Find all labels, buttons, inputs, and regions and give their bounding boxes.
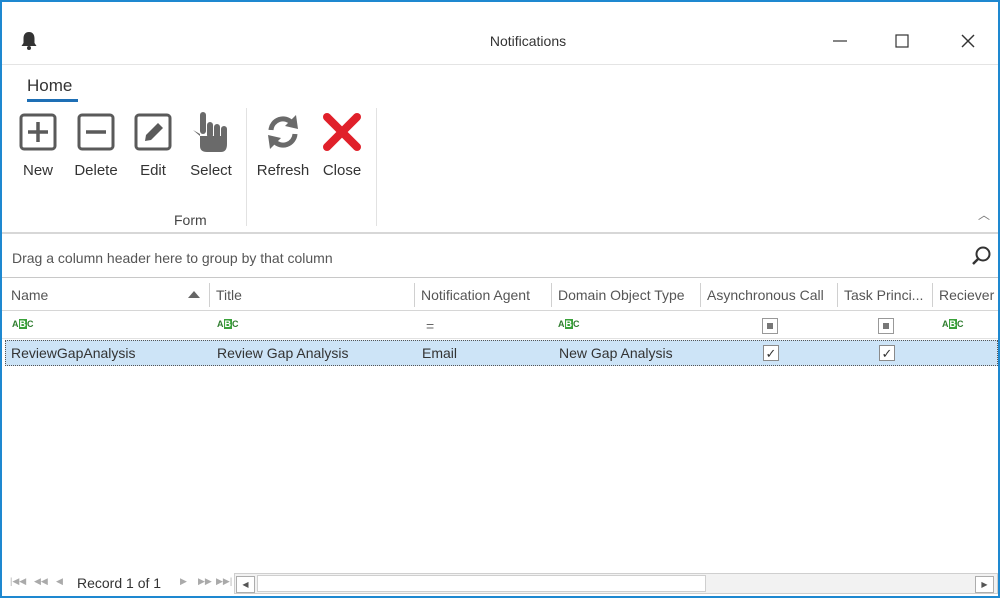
delete-label: Delete [74,162,118,179]
auto-filter-row: ABC ABC = ABC ABC [2,312,998,339]
column-header-domain-object-type[interactable]: Domain Object Type [552,279,698,310]
text-filter-icon[interactable]: ABC [217,319,239,329]
text-filter-icon[interactable]: ABC [942,319,964,329]
hand-pointer-icon [193,112,227,152]
close-icon [961,34,975,48]
red-x-icon [323,113,361,151]
table-row[interactable]: ReviewGapAnalysis Review Gap Analysis Em… [5,340,998,366]
minimize-button[interactable] [820,26,860,56]
refresh-button[interactable]: Refresh [256,112,310,184]
notifications-window: Notifications Home New Delete Edit Selec… [0,0,1000,598]
pencil-box-icon [134,113,172,151]
cell-name[interactable]: ReviewGapAnalysis [11,345,136,361]
title-bar: Notifications [2,2,998,64]
record-counter: Record 1 of 1 [77,575,162,591]
column-header-reciever[interactable]: Reciever [933,279,998,310]
tab-home[interactable]: Home [27,76,72,96]
group-by-panel[interactable]: Drag a column header here to group by th… [2,235,998,278]
close-label: Close [322,162,362,179]
ribbon-group-label: Form [174,212,207,228]
task-principal-checkbox[interactable]: ✓ [879,345,895,361]
maximize-button[interactable] [882,26,922,56]
select-button[interactable]: Select [188,112,234,184]
scroll-left-icon[interactable]: ◀ [236,576,255,593]
refresh-label: Refresh [256,162,310,179]
previous-page-icon[interactable]: ◀◀ [34,576,48,587]
cell-notification-agent[interactable]: Email [422,345,457,361]
edit-label: Edit [140,162,166,179]
minus-box-icon [77,113,115,151]
column-header-name[interactable]: Name [5,279,205,310]
new-label: New [22,162,53,179]
task-principal-filter-checkbox[interactable] [878,318,894,334]
edit-button[interactable]: Edit [133,112,173,184]
refresh-icon [268,115,298,149]
next-record-icon[interactable]: ▶ [180,576,187,587]
group-by-hint: Drag a column header here to group by th… [12,250,333,266]
cell-title[interactable]: Review Gap Analysis [217,345,349,361]
horizontal-scrollbar[interactable]: ◀ ▶ [234,573,998,594]
equals-filter-icon[interactable]: = [426,318,434,334]
ribbon-border [2,232,998,234]
maximize-icon [895,34,909,48]
close-button[interactable]: Close [321,112,363,184]
delete-button[interactable]: Delete [72,112,120,184]
asynchronous-call-checkbox[interactable]: ✓ [763,345,779,361]
plus-box-icon [19,113,57,151]
title-separator [2,64,998,65]
next-page-icon[interactable]: ▶▶ [198,576,212,587]
select-label: Select [190,162,232,179]
minimize-icon [833,40,847,42]
text-filter-icon[interactable]: ABC [12,319,34,329]
cell-domain-object-type[interactable]: New Gap Analysis [559,345,673,361]
sort-ascending-icon [188,291,200,298]
first-record-icon[interactable]: |◀◀ [10,576,26,587]
tab-home-underline [27,99,78,102]
column-header-title[interactable]: Title [210,279,412,310]
column-header-task-principal[interactable]: Task Princi... [838,279,930,310]
new-button[interactable]: New [18,112,58,184]
last-record-icon[interactable]: ▶▶| [216,576,232,587]
column-header-asynchronous-call[interactable]: Asynchronous Call [701,279,835,310]
scrollbar-thumb[interactable] [257,575,706,592]
close-window-button[interactable] [948,26,988,56]
record-navigator: |◀◀ ◀◀ ◀ Record 1 of 1 ▶ ▶▶ ▶▶| ◀ ▶ [2,571,998,596]
collapse-ribbon-chevron-icon[interactable]: ︿ [978,206,990,223]
column-header-notification-agent[interactable]: Notification Agent [415,279,549,310]
ribbon-group-separator [246,108,247,226]
grid-column-headers: Name Title Notification Agent Domain Obj… [2,279,998,311]
previous-record-icon[interactable]: ◀ [56,576,63,587]
search-icon[interactable] [970,245,992,267]
text-filter-icon[interactable]: ABC [558,319,580,329]
scroll-right-icon[interactable]: ▶ [975,576,994,593]
asynchronous-call-filter-checkbox[interactable] [762,318,778,334]
ribbon-group-separator [376,108,377,226]
